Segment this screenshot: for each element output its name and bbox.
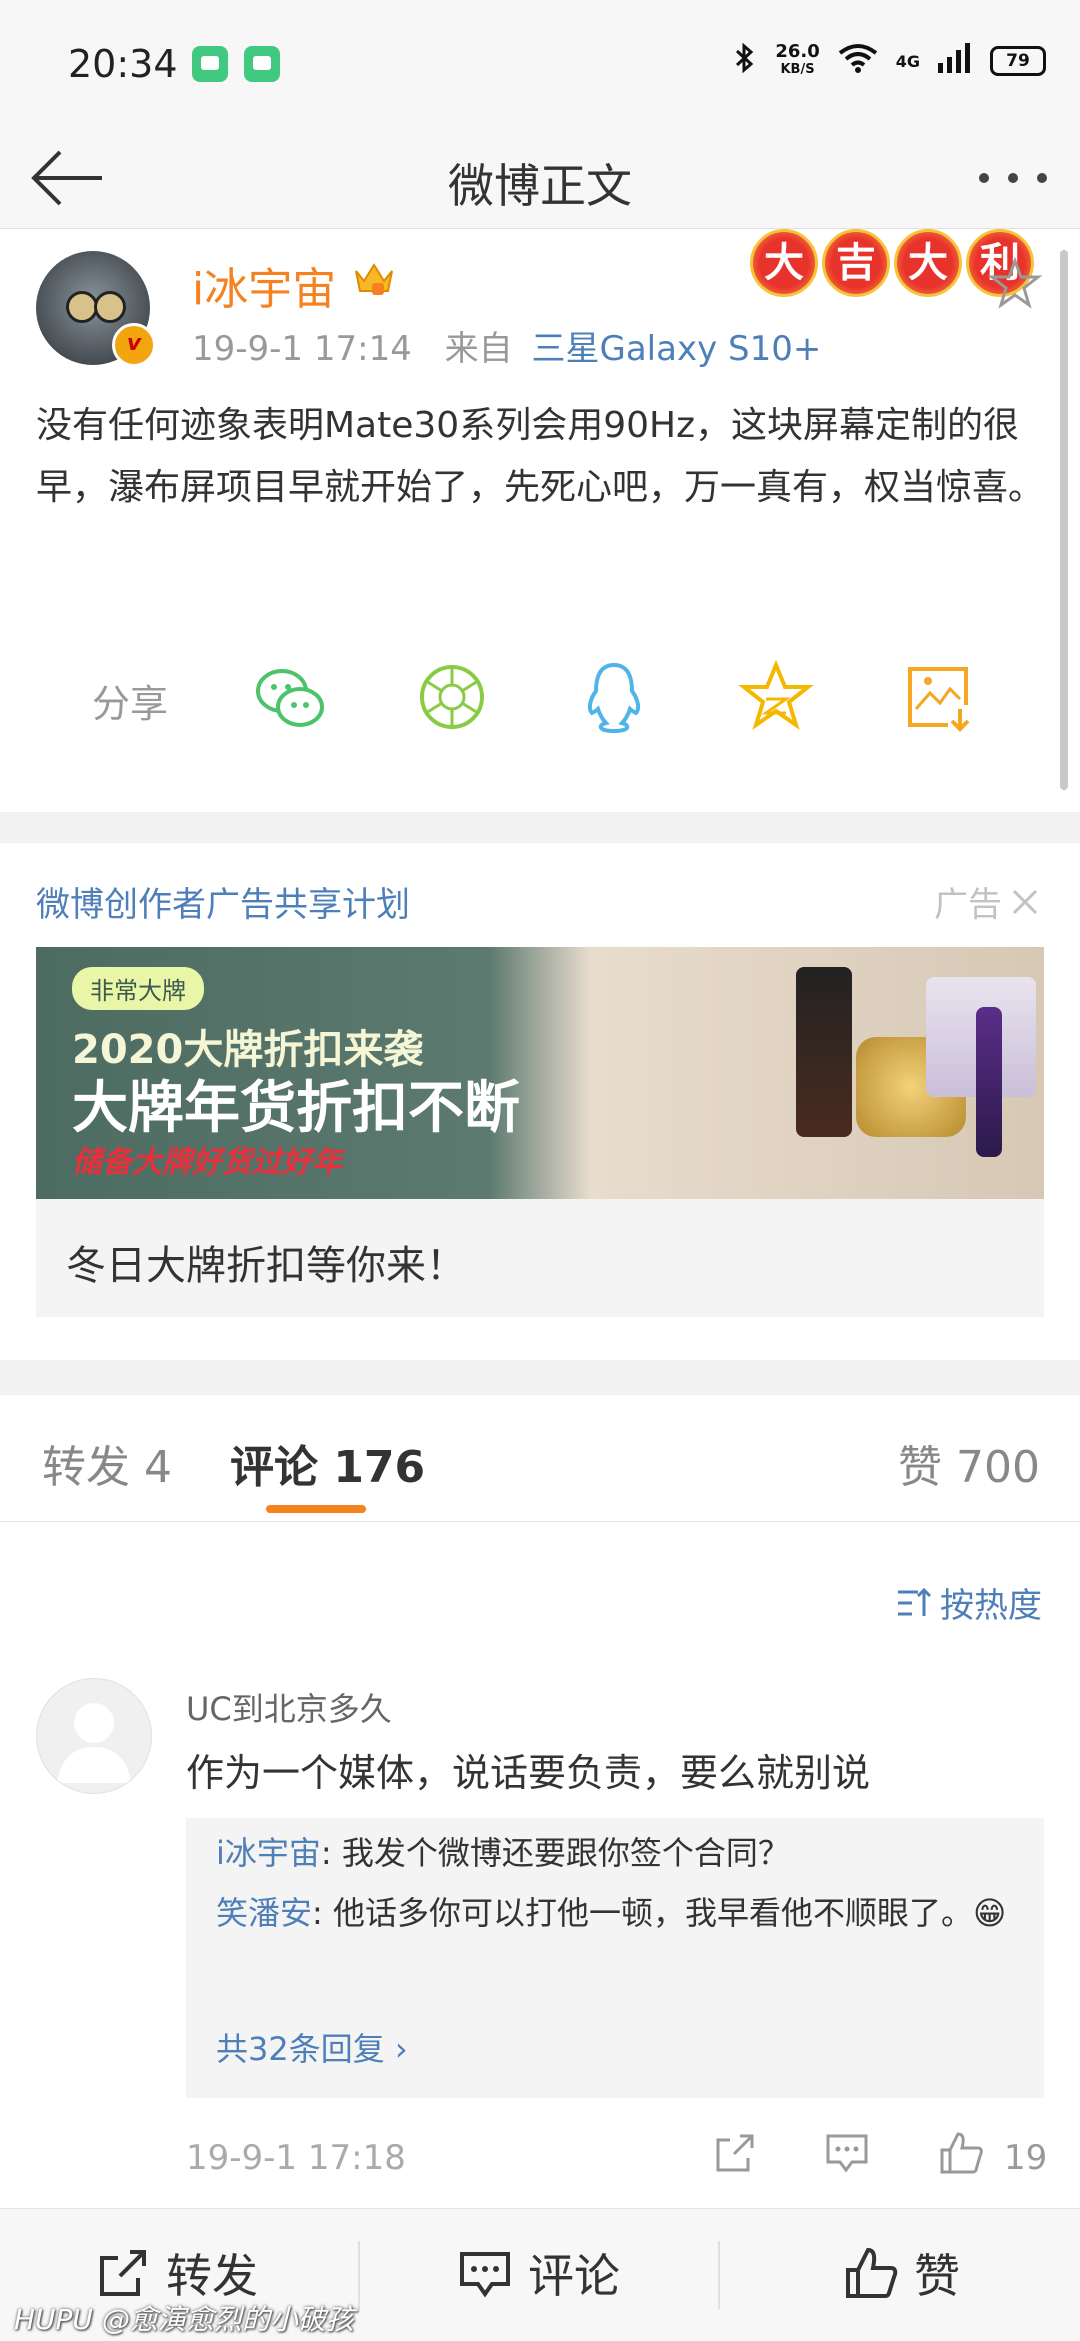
commenter-name[interactable]: UC到北京多久 (186, 1684, 392, 1730)
ad-tag[interactable]: 广告 (934, 877, 1040, 926)
vip-crown-icon[interactable] (352, 257, 396, 301)
product-bottle (796, 967, 852, 1137)
sort-label: 按热度 (940, 1586, 1042, 1626)
page-title: 微博正文 (448, 159, 632, 213)
fortune-char: 大 (894, 229, 962, 297)
thumbs-up-icon (846, 2247, 898, 2298)
network-speed: 26.0 KB/S (775, 43, 819, 79)
comment-text: 作为一个媒体，说话要负责，要么就别说 (186, 1751, 871, 1795)
sort-icon (898, 1587, 932, 1616)
commenter-avatar[interactable] (36, 1678, 152, 1794)
watermark: HUPU @愈演愈烈的小破孩 (14, 2303, 354, 2336)
ad-banner-title: 大牌年货折扣不断 (72, 1076, 520, 1141)
network-speed-unit: KB/S (780, 62, 815, 77)
calendar-app-icon (244, 46, 280, 82)
ad-card[interactable]: 微博创作者广告共享计划 广告 非常大牌 2020大牌折扣来袭 大牌年货折扣不断 … (0, 843, 1080, 1360)
section-divider (0, 812, 1080, 843)
signal-icon (938, 43, 972, 79)
comment-label: 评论 (528, 2249, 620, 2303)
reply-box[interactable]: i冰宇宙: 我发个微博还要跟你签个合同？ 笑潘安: 他话多你可以打他一顿，我早看… (186, 1818, 1044, 2098)
ad-banner-pill: 非常大牌 (72, 967, 204, 1010)
fortune-char: 吉 (822, 229, 890, 297)
post-meta: 19-9-1 17:14 来自 三星Galaxy S10+ (192, 321, 821, 370)
comment-time: 19-9-1 17:18 (186, 2138, 406, 2178)
follow-star-icon[interactable] (987, 256, 1043, 311)
ad-banner-image[interactable]: 非常大牌 2020大牌折扣来袭 大牌年货折扣不断 储备大牌好货过好年 (36, 947, 1044, 1199)
wifi-icon (838, 43, 878, 79)
status-indicators: 26.0 KB/S 4G 79 (733, 42, 1046, 80)
tab-likes[interactable]: 赞 700 (898, 1431, 1040, 1495)
network-type: 4G (895, 51, 920, 71)
comment-like-icon[interactable] (938, 2130, 984, 2176)
ad-plan-link[interactable]: 微博创作者广告共享计划 (36, 877, 410, 926)
wechat-icon[interactable] (252, 659, 328, 735)
post-date: 19-9-1 17:14 (192, 329, 412, 369)
comment-button[interactable]: 评论 (458, 2233, 620, 2313)
reply-text: : 我发个微博还要跟你签个合同？ (320, 1834, 790, 1872)
post-source[interactable]: 三星Galaxy S10+ (531, 329, 821, 369)
ad-label: 广告 (934, 885, 1002, 925)
active-tab-indicator (266, 1505, 366, 1513)
comment-like-count: 19 (1004, 2138, 1048, 2178)
post-body: 没有任何迹象表明Mate30系列会用90Hz，这块屏幕定制的很早，瀑布屏项目早就… (36, 405, 1045, 508)
verified-badge-icon: v (112, 323, 156, 367)
top-nav-bar: 微博正文 (0, 130, 1080, 229)
reply-user[interactable]: i冰宇宙 (216, 1834, 321, 1872)
tab-comments[interactable]: 评论 176 (230, 1431, 425, 1495)
favorite-icon[interactable] (738, 659, 814, 735)
more-dots-icon (979, 173, 1047, 183)
ad-caption: 冬日大牌折扣等你来！ (66, 1243, 466, 1289)
status-bar: 20:34 26.0 KB/S 4G 79 (0, 0, 1080, 130)
qq-icon[interactable] (576, 659, 652, 735)
repost-icon (100, 2250, 146, 2296)
comment-item: UC到北京多久 作为一个媒体，说话要负责，要么就别说 i冰宇宙: 我发个微博还要… (0, 1660, 1080, 2200)
author-name[interactable]: i冰宇宙 (192, 253, 336, 317)
reply-item: 笑潘安: 他话多你可以打他一顿，我早看他不顺眼了。😁 (216, 1888, 1016, 1938)
close-icon[interactable] (1010, 887, 1040, 917)
view-all-replies-link[interactable]: 共32条回复 › (216, 2024, 408, 2070)
reply-user[interactable]: 笑潘安 (216, 1894, 312, 1932)
save-image-icon[interactable] (900, 659, 976, 735)
interaction-tabs: 转发 4 评论 176 赞 700 (0, 1395, 1080, 1522)
bar-separator (358, 2241, 360, 2309)
network-speed-value: 26.0 (775, 41, 820, 62)
like-button[interactable]: 赞 (844, 2233, 960, 2313)
share-label: 分享 (92, 682, 169, 726)
product-tube (976, 1007, 1002, 1157)
share-row: 分享 (0, 649, 1080, 749)
message-app-icon (192, 46, 228, 82)
avatar-eye (94, 291, 126, 323)
repost-label: 转发 (166, 2249, 258, 2303)
tab-repost[interactable]: 转发 4 (42, 1431, 172, 1495)
weibo-post: v i冰宇宙 19-9-1 17:14 来自 三星Galaxy S10+ 大 吉… (0, 229, 1080, 809)
comment-repost-icon[interactable] (712, 2130, 758, 2176)
fortune-char: 大 (750, 229, 818, 297)
sort-button[interactable]: 按热度 (896, 1578, 1042, 1627)
ad-caption-box[interactable]: 冬日大牌折扣等你来！ (36, 1199, 1044, 1317)
source-prefix: 来自 (444, 329, 513, 369)
ad-banner-subtitle: 储备大牌好货过好年 (72, 1145, 342, 1180)
section-divider (0, 1360, 1080, 1395)
battery-indicator: 79 (990, 46, 1046, 76)
reply-item: i冰宇宙: 我发个微博还要跟你签个合同？ (216, 1828, 1016, 1878)
status-time: 20:34 (68, 42, 178, 86)
reply-text: : 他话多你可以打他一顿，我早看他不顺眼了。😁 (312, 1894, 1007, 1932)
like-label: 赞 (914, 2249, 960, 2303)
comment-icon (460, 2252, 510, 2298)
comment-reply-icon[interactable] (824, 2130, 870, 2176)
bar-separator (718, 2241, 720, 2309)
scrollbar[interactable] (1060, 250, 1068, 790)
more-button[interactable] (976, 158, 1050, 198)
moments-icon[interactable] (414, 659, 490, 735)
bluetooth-icon (733, 42, 757, 80)
